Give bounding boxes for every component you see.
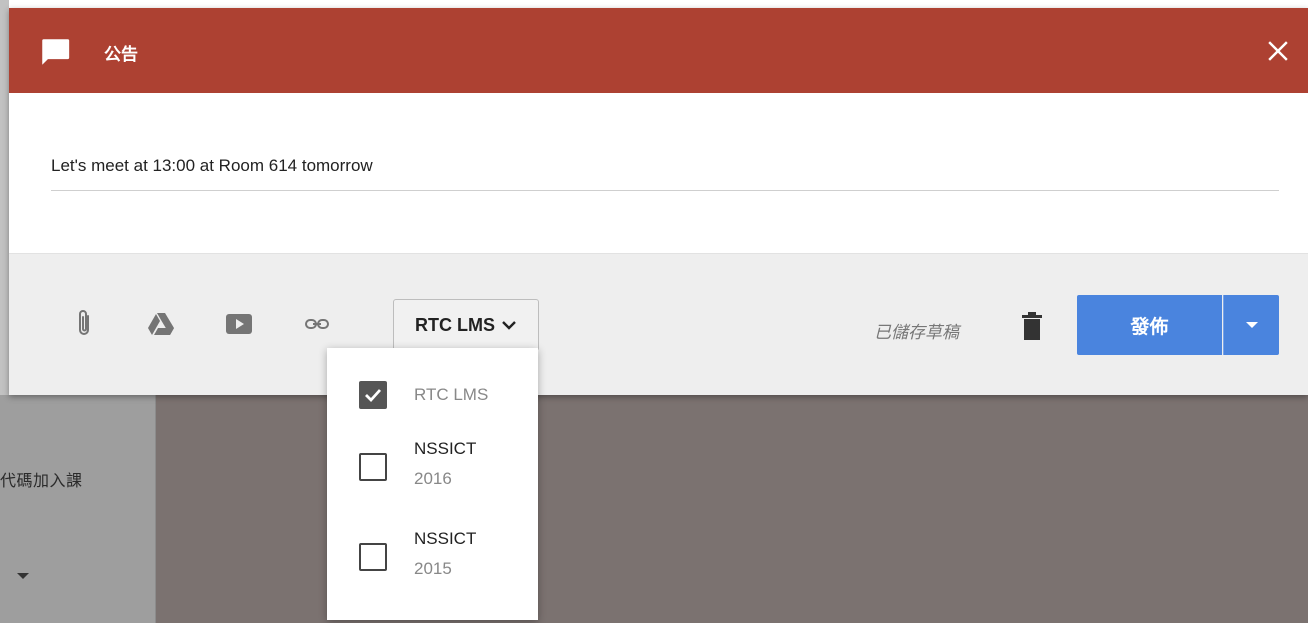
publish-options-button[interactable] (1223, 295, 1279, 355)
caret-down-icon (1246, 322, 1258, 328)
checkbox-checked[interactable] (359, 381, 387, 409)
link-icon (305, 319, 329, 329)
class-section: 2015 (414, 559, 452, 578)
class-menu-item[interactable]: NSSICT 2015 (327, 524, 538, 594)
class-menu-item[interactable]: NSSICT 2016 (327, 434, 538, 504)
class-section: 2016 (414, 469, 452, 488)
background-sidebar (0, 395, 156, 623)
dialog-body: Let's meet at 13:00 at Room 614 tomorrow (9, 93, 1308, 253)
background-join-text: 代碼加入課 (0, 473, 83, 490)
draft-saved-status: 已儲存草稿 (874, 323, 959, 342)
background-caret-icon (17, 573, 29, 579)
link-button[interactable] (302, 309, 332, 339)
checkbox[interactable] (359, 543, 387, 571)
background-edge (0, 0, 9, 395)
class-name: NSSICT (414, 529, 477, 548)
comment-icon (42, 39, 70, 65)
attachment-icon (79, 310, 89, 335)
page: 代碼加入課 公告 Let's meet at 13:00 at Room 614… (0, 0, 1308, 623)
class-selector[interactable]: RTC LMS (393, 299, 539, 351)
youtube-icon (226, 314, 252, 334)
dialog-toolbar: RTC LMS 已儲存草稿 發佈 (9, 253, 1308, 395)
dialog-header: 公告 (9, 8, 1308, 93)
dialog-title: 公告 (104, 45, 138, 64)
chevron-down-icon (502, 321, 516, 330)
announcement-dialog: 公告 Let's meet at 13:00 at Room 614 tomor… (9, 8, 1308, 395)
class-menu: RTC LMS NSSICT 2016 NSSICT 2015 (327, 348, 538, 620)
close-icon[interactable] (1266, 39, 1290, 63)
announcement-input[interactable]: Let's meet at 13:00 at Room 614 tomorrow (51, 156, 1279, 191)
google-drive-button[interactable] (146, 309, 176, 339)
class-name: NSSICT (414, 439, 477, 458)
check-icon (365, 389, 382, 403)
google-drive-icon (148, 313, 174, 335)
youtube-button[interactable] (224, 309, 254, 339)
class-menu-item[interactable]: RTC LMS (327, 372, 538, 422)
trash-icon[interactable] (1021, 312, 1043, 340)
class-menu-label: RTC LMS (414, 385, 489, 404)
class-selector-label: RTC LMS (415, 314, 495, 335)
class-menu-label: NSSICT 2015 (414, 524, 476, 584)
checkbox[interactable] (359, 453, 387, 481)
attachment-button[interactable] (69, 309, 99, 339)
publish-button[interactable]: 發佈 (1077, 295, 1222, 355)
class-menu-label: NSSICT 2016 (414, 434, 476, 494)
